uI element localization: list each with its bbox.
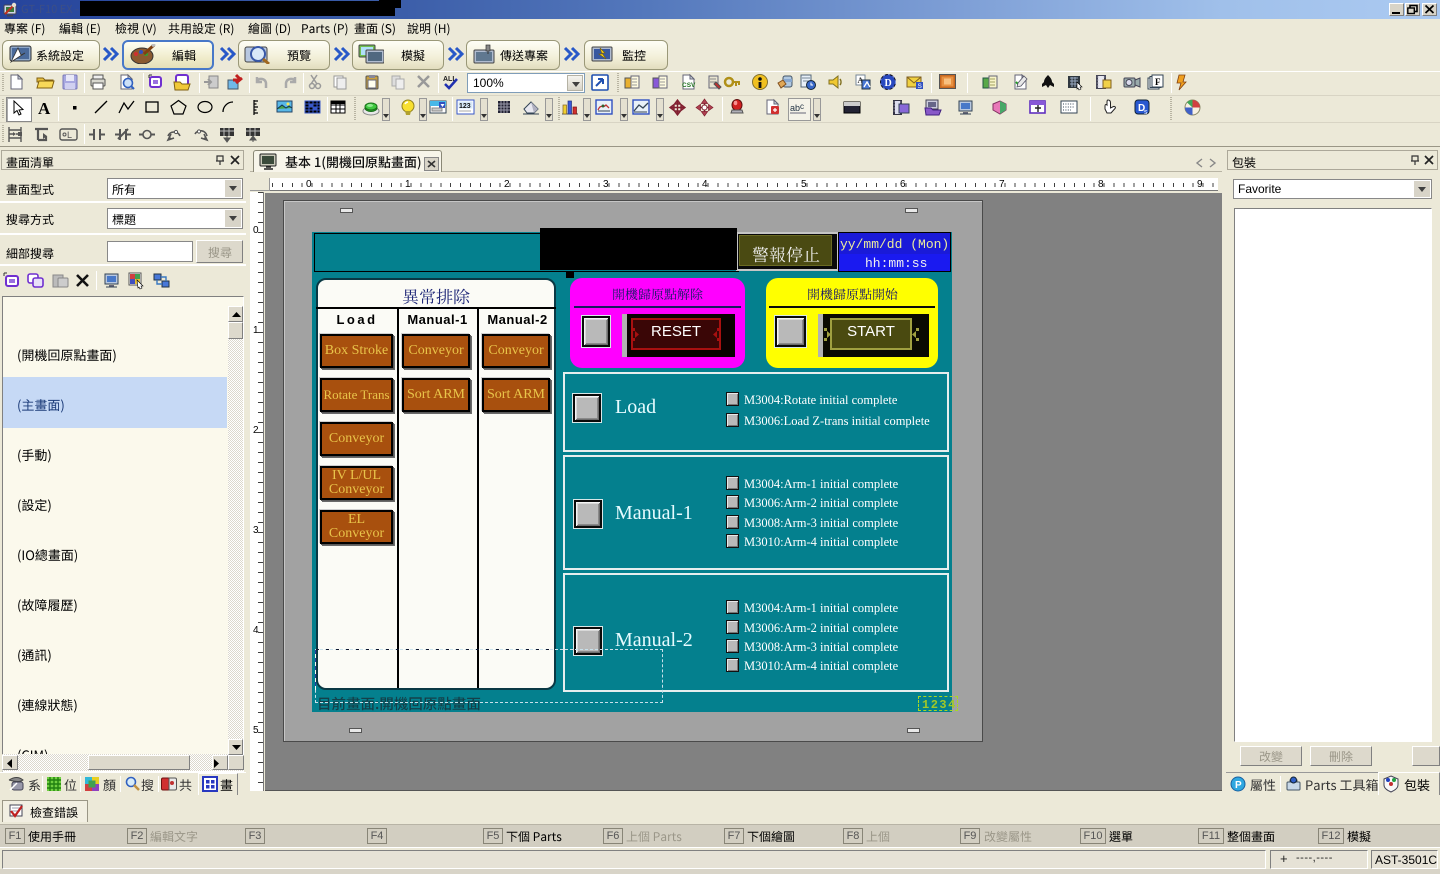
svg-text:L: L [67, 130, 72, 140]
svg-text:s: s [1144, 109, 1148, 116]
svg-text:F: F [1155, 77, 1161, 87]
svg-text:CSV: CSV [682, 82, 696, 89]
svg-text:ab: ab [790, 103, 800, 113]
svg-text:A: A [38, 99, 51, 118]
svg-text:P: P [1235, 780, 1242, 791]
svg-text:D: D [885, 78, 892, 89]
svg-text:123: 123 [459, 103, 471, 110]
svg-text:c: c [800, 102, 804, 111]
svg-text:S: S [918, 83, 923, 90]
